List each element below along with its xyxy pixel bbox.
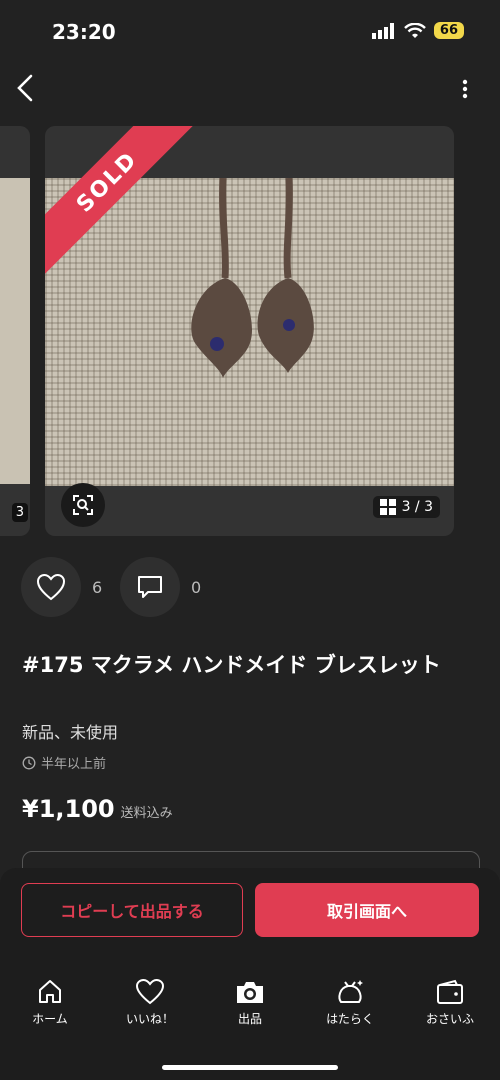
image-search-button[interactable] <box>61 483 105 527</box>
previous-image-card[interactable]: 3 <box>0 126 30 536</box>
scan-search-icon <box>73 495 93 515</box>
back-button[interactable] <box>14 74 36 106</box>
posted-time: 半年以上前 <box>22 753 106 772</box>
item-title: #175 マクラメ ハンドメイド ブレスレット <box>22 653 441 677</box>
tab-work-label: はたらく <box>326 1012 374 1026</box>
tab-work[interactable]: はたらく <box>305 978 395 1038</box>
go-to-transaction-button[interactable]: 取引画面へ <box>255 883 479 937</box>
clock-icon <box>22 756 36 769</box>
main-image-card[interactable]: SOLD 3 / 3 <box>45 126 454 536</box>
bag-icon <box>338 980 363 1003</box>
tab-sell[interactable]: 出品 <box>205 978 295 1038</box>
battery-indicator: 66 <box>433 22 464 39</box>
more-vertical-icon <box>462 79 468 99</box>
item-condition: 新品、未使用 <box>22 723 119 742</box>
signal-icon <box>371 22 394 39</box>
comment-button[interactable] <box>120 557 180 617</box>
image-gallery[interactable]: 3 SOLD 3 / 3 <box>0 126 500 536</box>
macrame-earrings-image <box>191 178 314 378</box>
chevron-left-icon <box>17 74 33 102</box>
heart-icon <box>135 978 165 1005</box>
price-block: ¥1,100 送料込み <box>22 795 173 823</box>
grid-icon <box>379 499 396 515</box>
more-options-button[interactable] <box>456 78 474 104</box>
home-indicator <box>162 1065 338 1070</box>
home-icon <box>39 980 61 1003</box>
tab-wallet[interactable]: おさいふ <box>405 978 495 1038</box>
previous-image <box>0 178 30 484</box>
tab-bar: ホーム いいね！ 出品 はたらく おさいふ <box>0 978 500 1038</box>
tab-home[interactable]: ホーム <box>5 978 95 1038</box>
shipping-note: 送料込み <box>120 806 173 821</box>
status-time: 23:20 <box>52 20 116 44</box>
wallet-icon <box>437 979 463 1004</box>
tab-wallet-label: おさいふ <box>425 1012 474 1026</box>
product-photo <box>45 178 454 486</box>
tab-likes[interactable]: いいね！ <box>105 978 195 1038</box>
like-button[interactable] <box>21 557 81 617</box>
heart-icon <box>36 573 66 601</box>
tab-home-label: ホーム <box>32 1012 68 1026</box>
image-counter[interactable]: 3 / 3 <box>372 496 440 518</box>
copy-and-list-button[interactable]: コピーして出品する <box>21 883 243 937</box>
like-count: 6 <box>92 578 103 597</box>
previous-image-counter: 3 <box>11 503 28 522</box>
comment-count: 0 <box>191 578 202 597</box>
comment-icon <box>138 576 162 598</box>
camera-icon <box>237 982 263 1003</box>
image-counter-text: 3 / 3 <box>401 499 433 515</box>
posted-time-text: 半年以上前 <box>41 757 107 772</box>
tab-likes-label: いいね！ <box>125 1012 174 1026</box>
status-icons: 66 <box>371 22 464 39</box>
tab-sell-label: 出品 <box>237 1012 262 1026</box>
wifi-icon <box>404 22 426 38</box>
item-price: ¥1,100 <box>22 795 115 823</box>
